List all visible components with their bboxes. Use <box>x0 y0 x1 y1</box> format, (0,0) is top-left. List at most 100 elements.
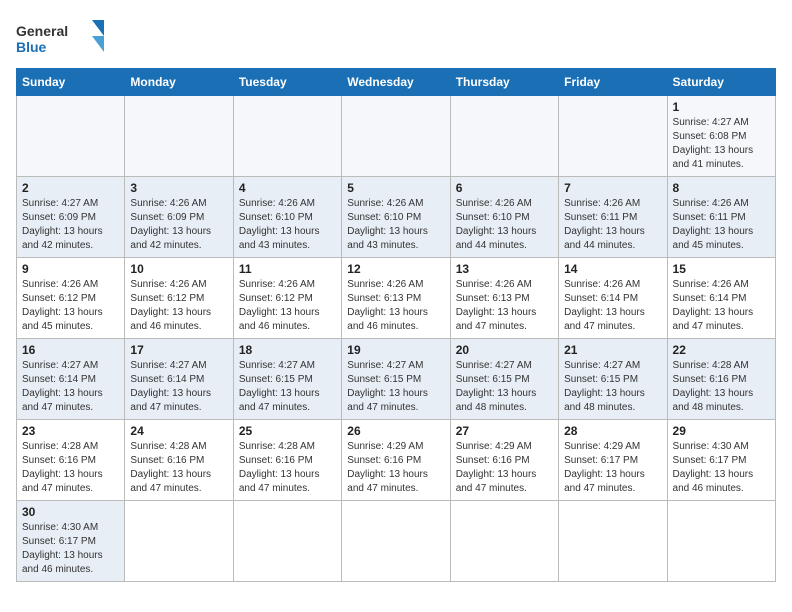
weekday-header-row: SundayMondayTuesdayWednesdayThursdayFrid… <box>17 69 776 96</box>
day-info: Sunrise: 4:27 AM Sunset: 6:15 PM Dayligh… <box>239 359 336 415</box>
calendar-cell <box>450 501 558 582</box>
day-info: Sunrise: 4:28 AM Sunset: 6:16 PM Dayligh… <box>673 359 770 415</box>
day-info: Sunrise: 4:26 AM Sunset: 6:11 PM Dayligh… <box>564 197 661 253</box>
calendar-week-1: 2Sunrise: 4:27 AM Sunset: 6:09 PM Daylig… <box>17 177 776 258</box>
calendar-cell <box>342 501 450 582</box>
calendar-cell: 29Sunrise: 4:30 AM Sunset: 6:17 PM Dayli… <box>667 420 775 501</box>
day-number: 1 <box>673 100 770 114</box>
weekday-header-monday: Monday <box>125 69 233 96</box>
day-number: 9 <box>22 262 119 276</box>
day-info: Sunrise: 4:26 AM Sunset: 6:10 PM Dayligh… <box>456 197 553 253</box>
calendar-cell <box>559 96 667 177</box>
day-number: 29 <box>673 424 770 438</box>
day-number: 20 <box>456 343 553 357</box>
day-info: Sunrise: 4:27 AM Sunset: 6:15 PM Dayligh… <box>456 359 553 415</box>
calendar-cell <box>450 96 558 177</box>
calendar-cell <box>233 501 341 582</box>
weekday-header-tuesday: Tuesday <box>233 69 341 96</box>
calendar-cell: 6Sunrise: 4:26 AM Sunset: 6:10 PM Daylig… <box>450 177 558 258</box>
calendar-cell <box>125 96 233 177</box>
day-info: Sunrise: 4:28 AM Sunset: 6:16 PM Dayligh… <box>130 440 227 496</box>
calendar-cell: 25 Sunrise: 4:28 AM Sunset: 6:16 PM Dayli… <box>233 420 341 501</box>
calendar-cell: 21 Sunrise: 4:27 AM Sunset: 6:15 PM Dayli… <box>559 339 667 420</box>
day-number: 13 <box>456 262 553 276</box>
calendar-cell: 9 Sunrise: 4:26 AM Sunset: 6:12 PM Daylig… <box>17 258 125 339</box>
calendar-cell: 26 Sunrise: 4:29 AM Sunset: 6:16 PM Dayli… <box>342 420 450 501</box>
calendar-cell <box>559 501 667 582</box>
day-number: 14 <box>564 262 661 276</box>
calendar-cell: 23Sunrise: 4:28 AM Sunset: 6:16 PM Dayli… <box>17 420 125 501</box>
day-number: 8 <box>673 181 770 195</box>
calendar-table: SundayMondayTuesdayWednesdayThursdayFrid… <box>16 68 776 582</box>
day-info: Sunrise: 4:28 AM Sunset: 6:16 PM Dayligh… <box>22 440 119 496</box>
day-info: Sunrise: 4:27 AM Sunset: 6:14 PM Dayligh… <box>130 359 227 415</box>
day-number: 10 <box>130 262 227 276</box>
day-number: 27 <box>456 424 553 438</box>
calendar-cell <box>17 96 125 177</box>
weekday-header-sunday: Sunday <box>17 69 125 96</box>
day-number: 4 <box>239 181 336 195</box>
day-number: 25 <box>239 424 336 438</box>
calendar-cell: 28 Sunrise: 4:29 AM Sunset: 6:17 PM Dayli… <box>559 420 667 501</box>
calendar-week-4: 23Sunrise: 4:28 AM Sunset: 6:16 PM Dayli… <box>17 420 776 501</box>
calendar-cell: 15 Sunrise: 4:26 AM Sunset: 6:14 PM Dayli… <box>667 258 775 339</box>
day-number: 21 <box>564 343 661 357</box>
day-number: 16 <box>22 343 119 357</box>
day-info: Sunrise: 4:26 AM Sunset: 6:11 PM Dayligh… <box>673 197 770 253</box>
day-number: 30 <box>22 505 119 519</box>
day-number: 18 <box>239 343 336 357</box>
calendar-cell: 20 Sunrise: 4:27 AM Sunset: 6:15 PM Dayli… <box>450 339 558 420</box>
calendar-cell: 12Sunrise: 4:26 AM Sunset: 6:13 PM Dayli… <box>342 258 450 339</box>
day-info: Sunrise: 4:26 AM Sunset: 6:14 PM Dayligh… <box>564 278 661 334</box>
day-info: Sunrise: 4:30 AM Sunset: 6:17 PM Dayligh… <box>22 521 119 577</box>
day-number: 22 <box>673 343 770 357</box>
day-number: 24 <box>130 424 227 438</box>
calendar-cell <box>342 96 450 177</box>
calendar-cell <box>667 501 775 582</box>
calendar-cell: 4 Sunrise: 4:26 AM Sunset: 6:10 PM Daylig… <box>233 177 341 258</box>
day-info: Sunrise: 4:26 AM Sunset: 6:12 PM Dayligh… <box>239 278 336 334</box>
day-number: 7 <box>564 181 661 195</box>
calendar-cell: 22 Sunrise: 4:28 AM Sunset: 6:16 PM Dayli… <box>667 339 775 420</box>
calendar-cell: 24 Sunrise: 4:28 AM Sunset: 6:16 PM Dayli… <box>125 420 233 501</box>
calendar-cell: 19Sunrise: 4:27 AM Sunset: 6:15 PM Dayli… <box>342 339 450 420</box>
weekday-header-saturday: Saturday <box>667 69 775 96</box>
calendar-cell: 1 Sunrise: 4:27 AM Sunset: 6:08 PM Daylig… <box>667 96 775 177</box>
day-info: Sunrise: 4:26 AM Sunset: 6:12 PM Dayligh… <box>130 278 227 334</box>
calendar-cell: 7 Sunrise: 4:26 AM Sunset: 6:11 PM Daylig… <box>559 177 667 258</box>
calendar-week-2: 9 Sunrise: 4:26 AM Sunset: 6:12 PM Daylig… <box>17 258 776 339</box>
calendar-cell: 2Sunrise: 4:27 AM Sunset: 6:09 PM Daylig… <box>17 177 125 258</box>
day-number: 17 <box>130 343 227 357</box>
svg-text:General: General <box>16 23 68 39</box>
weekday-header-friday: Friday <box>559 69 667 96</box>
day-info: Sunrise: 4:29 AM Sunset: 6:16 PM Dayligh… <box>456 440 553 496</box>
day-number: 5 <box>347 181 444 195</box>
day-info: Sunrise: 4:26 AM Sunset: 6:10 PM Dayligh… <box>347 197 444 253</box>
weekday-header-thursday: Thursday <box>450 69 558 96</box>
calendar-cell: 8 Sunrise: 4:26 AM Sunset: 6:11 PM Daylig… <box>667 177 775 258</box>
day-info: Sunrise: 4:26 AM Sunset: 6:12 PM Dayligh… <box>22 278 119 334</box>
calendar-week-5: 30 Sunrise: 4:30 AM Sunset: 6:17 PM Dayli… <box>17 501 776 582</box>
day-info: Sunrise: 4:26 AM Sunset: 6:09 PM Dayligh… <box>130 197 227 253</box>
day-number: 12 <box>347 262 444 276</box>
day-info: Sunrise: 4:29 AM Sunset: 6:17 PM Dayligh… <box>564 440 661 496</box>
day-number: 26 <box>347 424 444 438</box>
day-number: 2 <box>22 181 119 195</box>
day-number: 28 <box>564 424 661 438</box>
day-info: Sunrise: 4:29 AM Sunset: 6:16 PM Dayligh… <box>347 440 444 496</box>
day-info: Sunrise: 4:27 AM Sunset: 6:08 PM Dayligh… <box>673 116 770 172</box>
day-number: 15 <box>673 262 770 276</box>
calendar-cell: 13Sunrise: 4:26 AM Sunset: 6:13 PM Dayli… <box>450 258 558 339</box>
day-info: Sunrise: 4:26 AM Sunset: 6:10 PM Dayligh… <box>239 197 336 253</box>
calendar-cell: 30 Sunrise: 4:30 AM Sunset: 6:17 PM Dayli… <box>17 501 125 582</box>
calendar-cell: 3Sunrise: 4:26 AM Sunset: 6:09 PM Daylig… <box>125 177 233 258</box>
day-info: Sunrise: 4:27 AM Sunset: 6:14 PM Dayligh… <box>22 359 119 415</box>
day-number: 19 <box>347 343 444 357</box>
logo: General Blue <box>16 16 106 60</box>
day-info: Sunrise: 4:28 AM Sunset: 6:16 PM Dayligh… <box>239 440 336 496</box>
day-info: Sunrise: 4:27 AM Sunset: 6:15 PM Dayligh… <box>564 359 661 415</box>
calendar-cell: 11Sunrise: 4:26 AM Sunset: 6:12 PM Dayli… <box>233 258 341 339</box>
calendar-cell: 17 Sunrise: 4:27 AM Sunset: 6:14 PM Dayli… <box>125 339 233 420</box>
day-info: Sunrise: 4:26 AM Sunset: 6:14 PM Dayligh… <box>673 278 770 334</box>
weekday-header-wednesday: Wednesday <box>342 69 450 96</box>
